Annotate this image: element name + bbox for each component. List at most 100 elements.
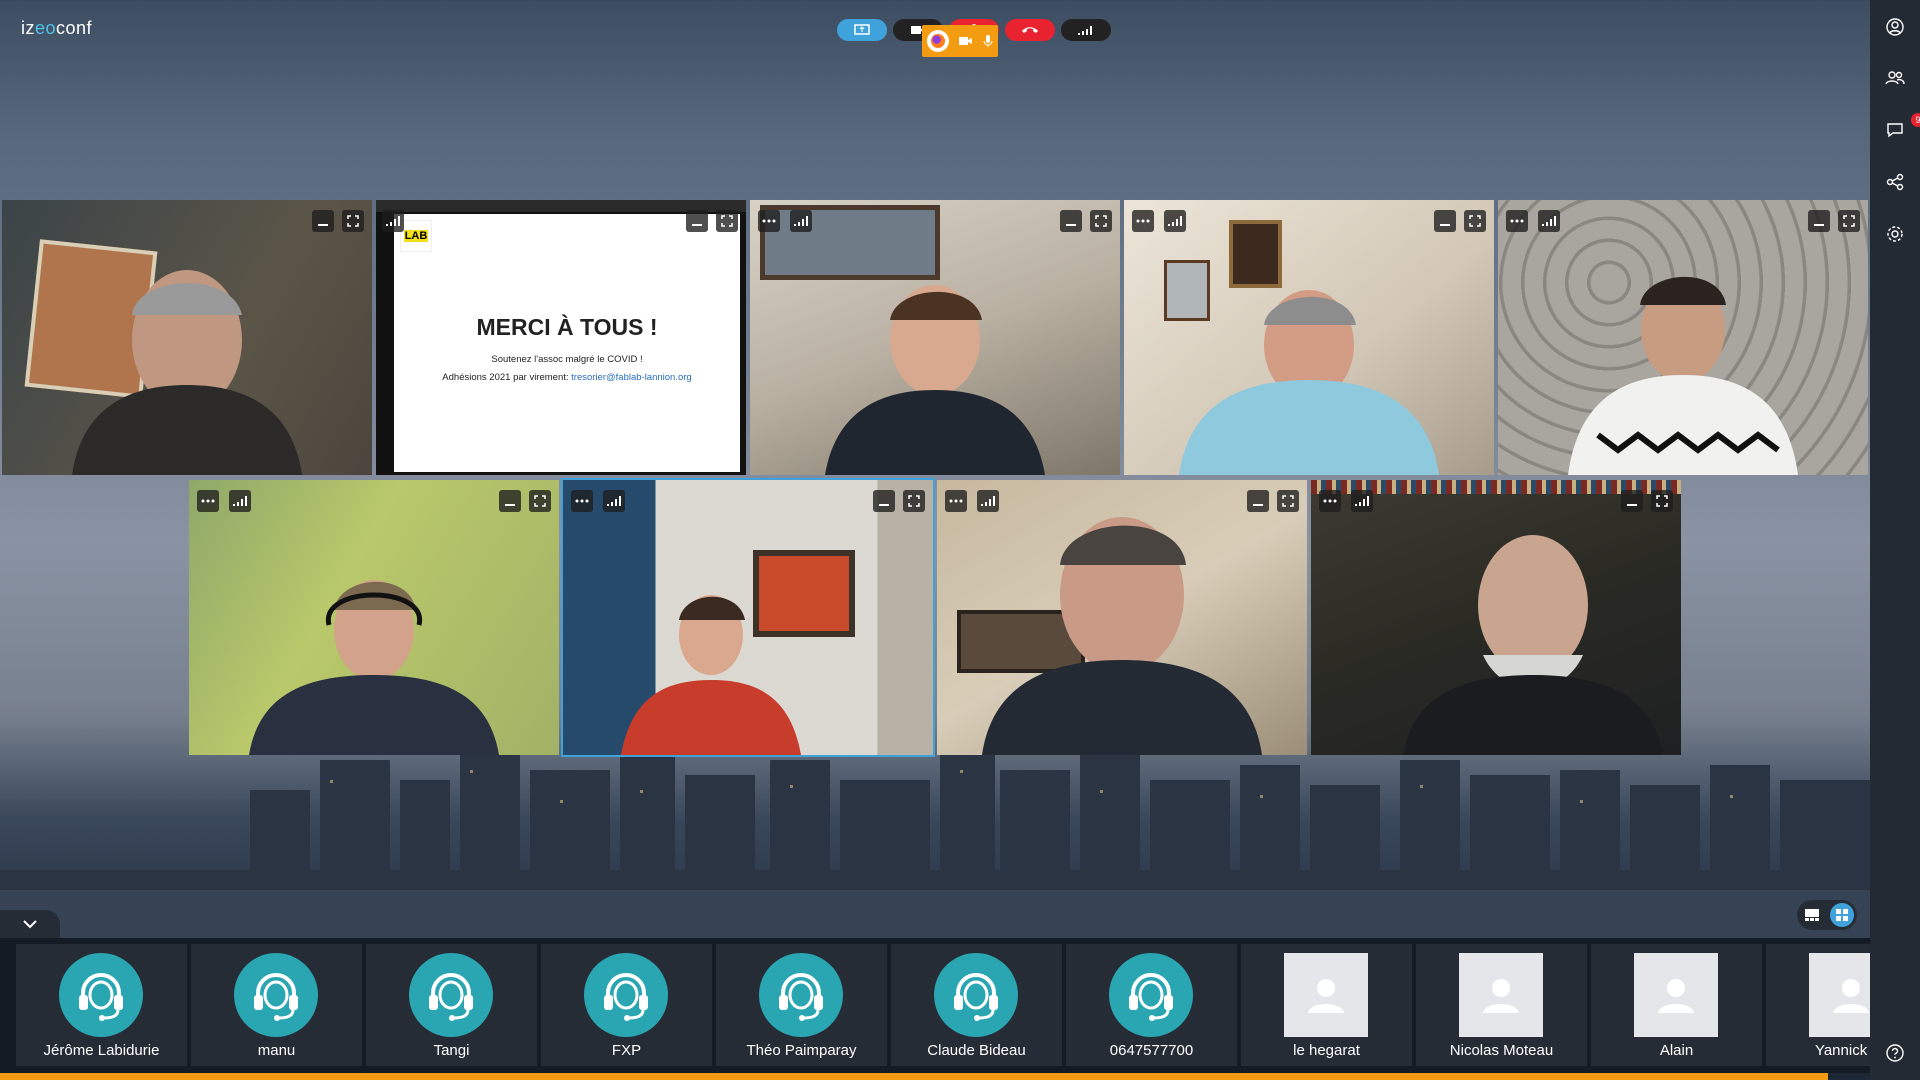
participant-card[interactable]: 0647577700 <box>1066 944 1237 1066</box>
fullscreen-tile-button[interactable] <box>1277 490 1299 512</box>
more-dots-icon <box>1323 499 1337 503</box>
collapse-participants-button[interactable] <box>0 910 60 938</box>
signal-bars-icon <box>794 216 808 226</box>
participant-avatar-audio <box>409 953 493 1037</box>
minimize-tile-button[interactable] <box>873 490 895 512</box>
participant-card[interactable]: FXP <box>541 944 712 1066</box>
video-tile-participant[interactable] <box>750 200 1120 475</box>
participant-name: FXP <box>611 1042 642 1059</box>
headset-icon <box>79 973 123 1021</box>
participant-card[interactable]: Jérôme Labidurie <box>16 944 187 1066</box>
participant-video-feed <box>982 517 1262 755</box>
minimize-tile-button[interactable] <box>1247 490 1269 512</box>
participant-card[interactable]: Nicolas Moteau <box>1416 944 1587 1066</box>
person-placeholder-icon <box>1833 979 1869 1013</box>
minimize-tile-button[interactable] <box>1434 210 1456 232</box>
grid-layout-button[interactable] <box>1830 903 1854 927</box>
more-options-button[interactable] <box>1506 210 1528 232</box>
fullscreen-icon <box>347 215 359 227</box>
person-placeholder-icon <box>1308 979 1344 1013</box>
signal-bars-icon <box>1542 216 1556 226</box>
more-options-button[interactable] <box>197 490 219 512</box>
minimize-icon <box>1440 224 1450 226</box>
video-tile-participant[interactable] <box>1124 200 1494 475</box>
signal-indicator <box>603 490 625 512</box>
microphone-active-icon <box>983 35 993 47</box>
participant-name: Théo Paimparay <box>746 1042 857 1059</box>
more-options-button[interactable] <box>1319 490 1341 512</box>
camera-active-icon <box>959 37 972 45</box>
hangup-button[interactable] <box>1005 19 1055 41</box>
more-options-button[interactable] <box>758 210 780 232</box>
more-options-button[interactable] <box>1132 210 1154 232</box>
fullscreen-tile-button[interactable] <box>1651 490 1673 512</box>
network-quality-button[interactable] <box>1061 19 1111 41</box>
minimize-icon <box>318 224 328 226</box>
settings-button[interactable] <box>1885 224 1905 244</box>
browser-sharing-indicator[interactable] <box>922 25 998 57</box>
profile-button[interactable] <box>1885 17 1905 37</box>
city-skyline-background <box>0 745 1870 940</box>
signal-indicator <box>977 490 999 512</box>
participant-video-feed <box>1568 276 1798 475</box>
participant-card[interactable]: Claude Bideau <box>891 944 1062 1066</box>
video-tile-participant[interactable] <box>937 480 1307 755</box>
minimize-tile-button[interactable] <box>1621 490 1643 512</box>
chat-button[interactable]: 9 <box>1885 113 1920 140</box>
participant-avatar-audio <box>934 953 1018 1037</box>
participant-card[interactable]: le hegarat <box>1241 944 1412 1066</box>
fullscreen-icon <box>908 495 920 507</box>
signal-bars-icon <box>981 496 995 506</box>
fullscreen-icon <box>1843 215 1855 227</box>
fullscreen-tile-button[interactable] <box>716 210 738 232</box>
video-tile-participant[interactable] <box>2 200 372 475</box>
app-logo: izeoconf <box>21 18 93 38</box>
slide-email-link[interactable]: tresorier@fablab-lannion.org <box>571 372 692 383</box>
share-icon <box>1886 173 1904 191</box>
participant-card[interactable]: Théo Paimparay <box>716 944 887 1066</box>
fullscreen-tile-button[interactable] <box>903 490 925 512</box>
fullscreen-tile-button[interactable] <box>1464 210 1486 232</box>
screen-share-button[interactable] <box>837 19 887 41</box>
fablab-logo: LAB <box>400 220 432 252</box>
minimize-tile-button[interactable] <box>1808 210 1830 232</box>
more-dots-icon <box>949 499 963 503</box>
fullscreen-tile-button[interactable] <box>1090 210 1112 232</box>
share-link-button[interactable] <box>1885 172 1905 192</box>
person-placeholder-icon <box>1483 979 1519 1013</box>
minimize-tile-button[interactable] <box>1060 210 1082 232</box>
video-tile-participant[interactable] <box>1311 480 1681 755</box>
participant-name: le hegarat <box>1293 1042 1360 1059</box>
help-button[interactable] <box>1885 1043 1905 1063</box>
speaker-layout-button[interactable] <box>1800 903 1824 927</box>
participant-card[interactable]: Yannick La <box>1766 944 1870 1066</box>
video-tile-participant-active-speaker[interactable] <box>561 478 935 757</box>
slide-line-2: Adhésions 2021 par virement: tresorier@f… <box>442 372 692 383</box>
video-tile-participant[interactable] <box>1498 200 1868 475</box>
fullscreen-tile-button[interactable] <box>1838 210 1860 232</box>
more-options-button[interactable] <box>945 490 967 512</box>
fullscreen-tile-button[interactable] <box>529 490 551 512</box>
progress-bar <box>0 1073 1828 1080</box>
participant-card[interactable]: Alain <box>1591 944 1762 1066</box>
participant-avatar-placeholder <box>1284 953 1368 1037</box>
signal-indicator <box>229 490 251 512</box>
participant-name: Alain <box>1659 1042 1694 1059</box>
minimize-tile-button[interactable] <box>312 210 334 232</box>
participants-button[interactable] <box>1885 68 1905 88</box>
video-tile-participant[interactable] <box>189 480 559 755</box>
chat-icon <box>1887 123 1903 138</box>
signal-bars-icon <box>1168 216 1182 226</box>
minimize-tile-button[interactable] <box>686 210 708 232</box>
participant-card[interactable]: Tangi <box>366 944 537 1066</box>
slide-line-1: Soutenez l'assoc malgré le COVID ! <box>491 354 643 365</box>
minimize-tile-button[interactable] <box>499 490 521 512</box>
fullscreen-tile-button[interactable] <box>342 210 364 232</box>
network-signal-icon <box>1078 26 1092 35</box>
more-options-button[interactable] <box>571 490 593 512</box>
person-placeholder-icon <box>1658 979 1694 1013</box>
video-tile-screenshare[interactable]: LAB MERCI À TOUS ! Soutenez l'assoc malg… <box>376 200 746 475</box>
participant-card[interactable]: manu <box>191 944 362 1066</box>
more-dots-icon <box>1510 219 1524 223</box>
participant-name: manu <box>257 1042 296 1059</box>
